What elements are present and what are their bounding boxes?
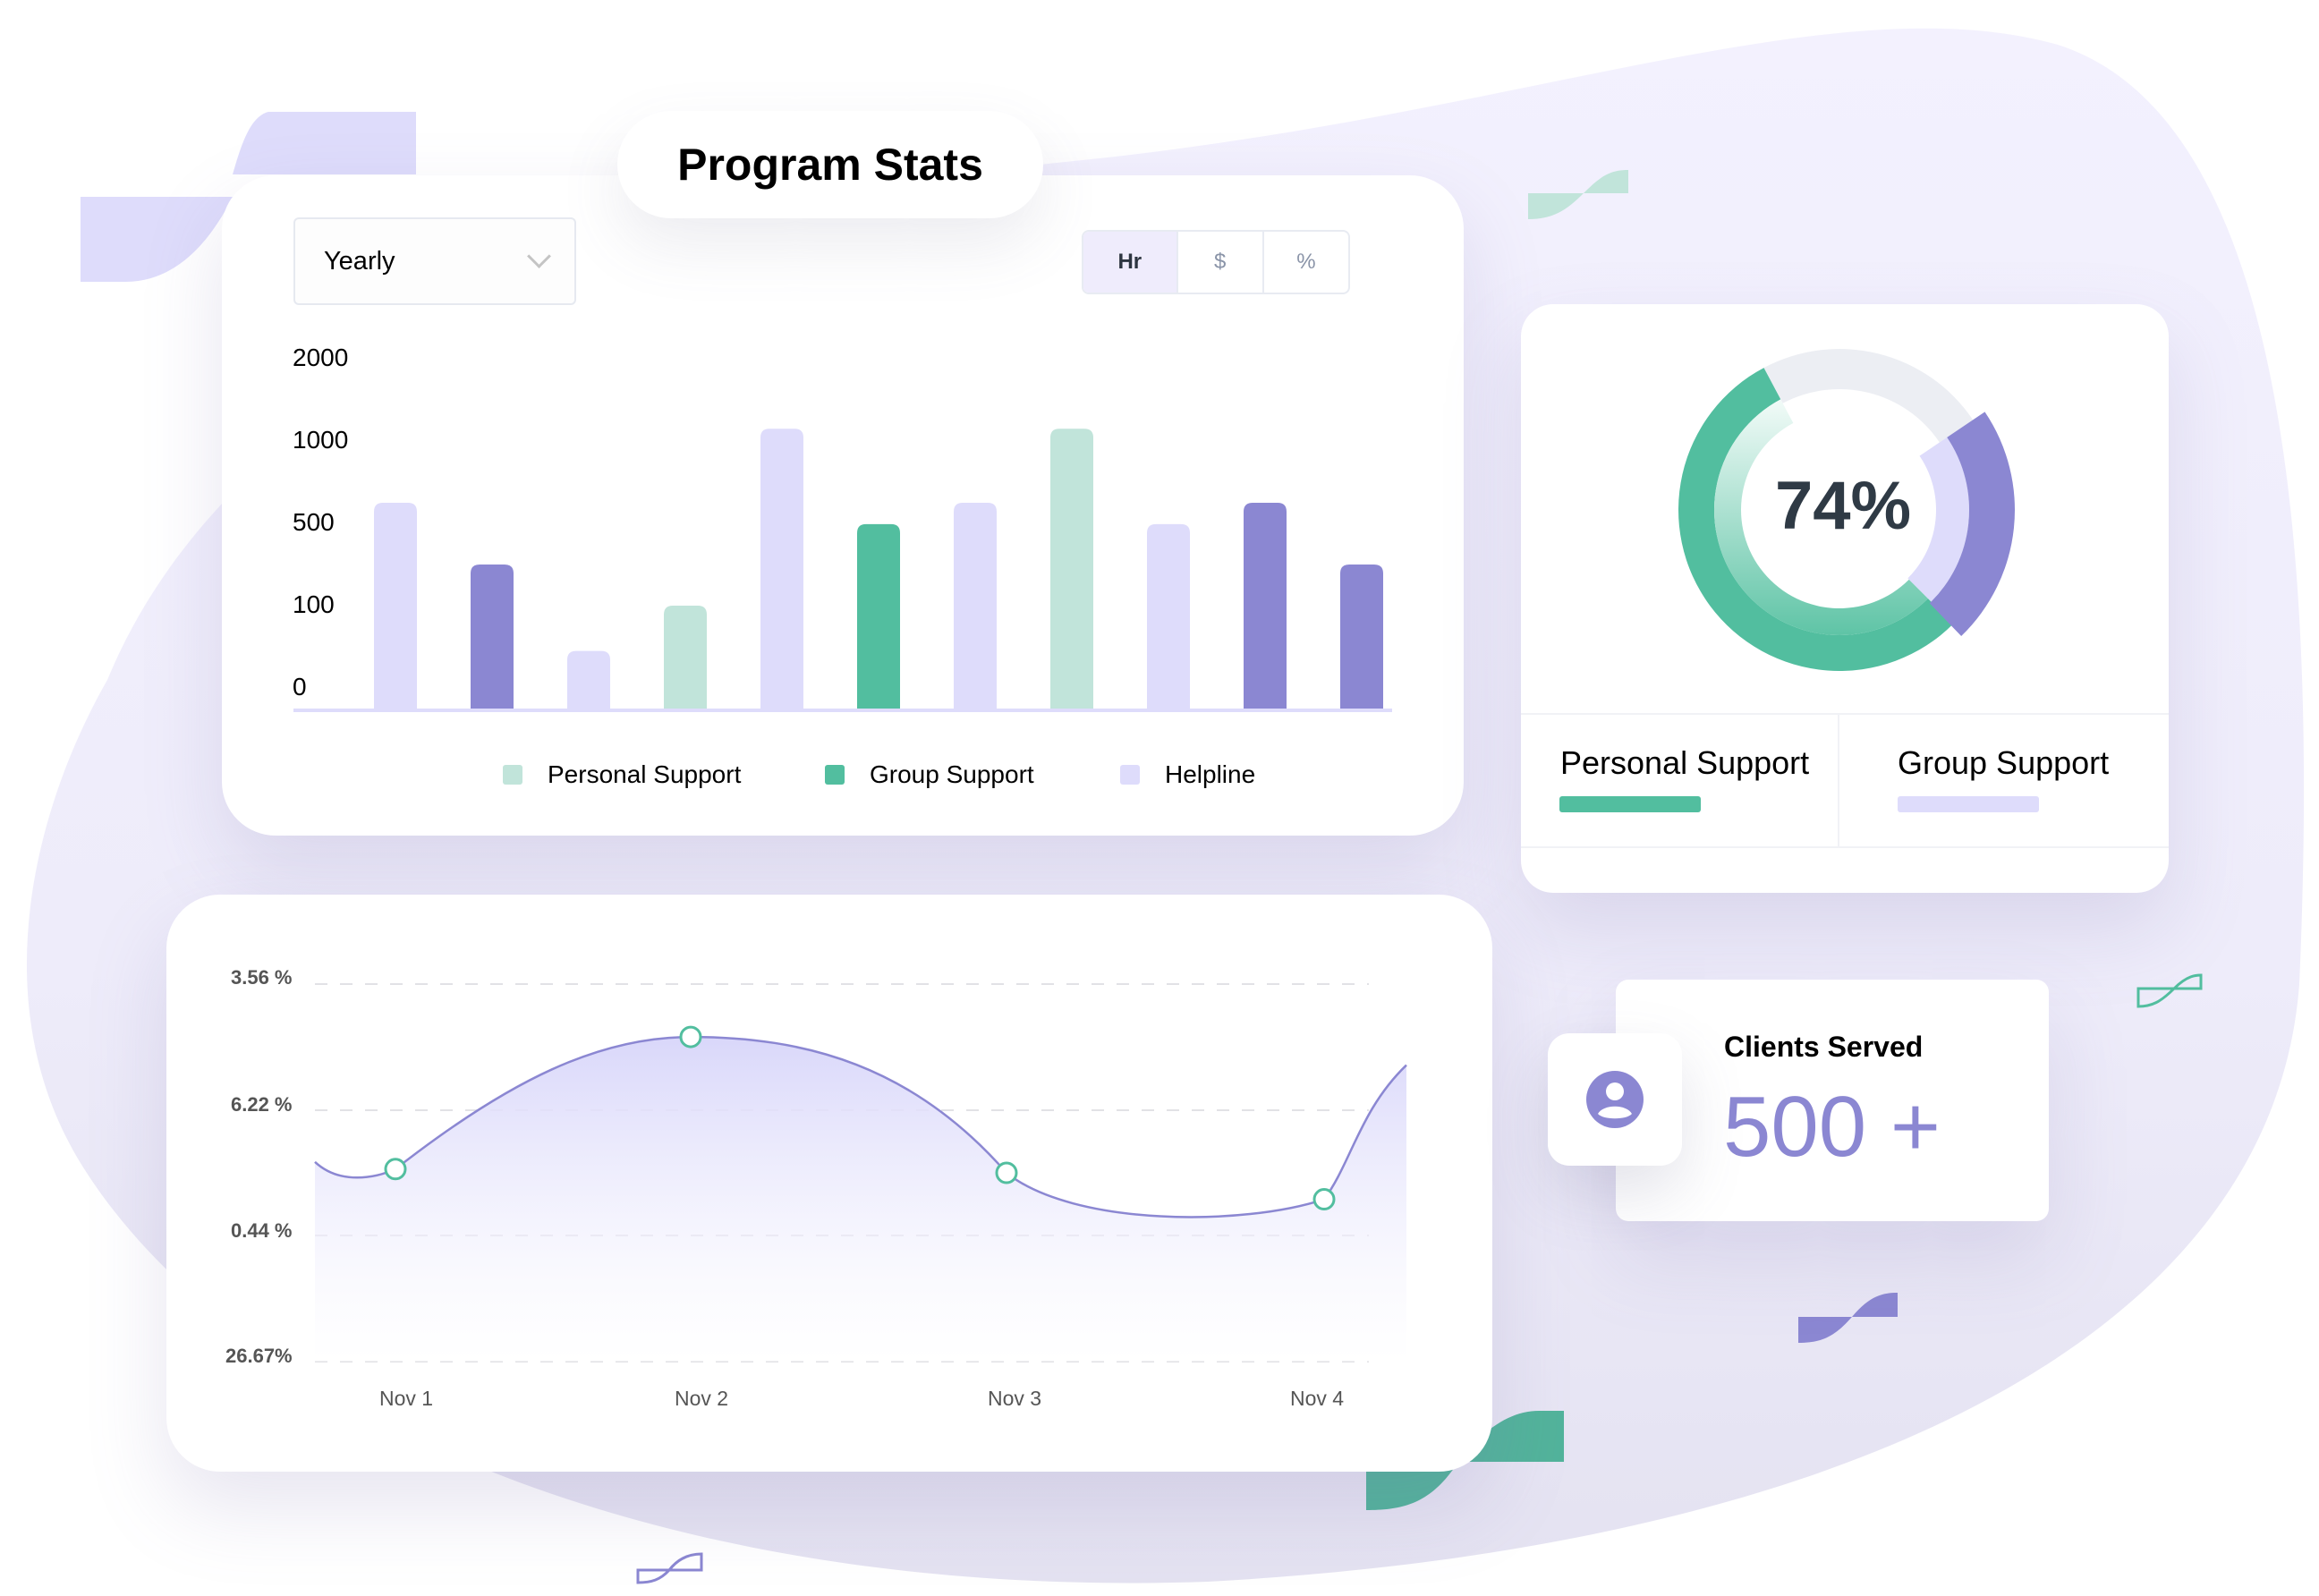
area-chart [314,983,1407,1363]
legend-label: Group Support [870,760,1034,788]
legend-swatch [503,765,522,785]
divider [1521,846,2169,848]
y-tick-label: 6.22 % [231,1093,293,1116]
bar [1340,565,1383,709]
divider [1838,715,1839,847]
stat-bar-group-support [1898,796,2039,812]
clients-served-title: Clients Served [1724,1031,1924,1063]
x-tick-label: Nov 3 [988,1387,1042,1410]
data-point[interactable] [995,1161,1018,1184]
legend-label: Helpline [1165,760,1256,788]
bar [760,429,803,709]
data-point[interactable] [679,1025,702,1048]
data-point[interactable] [384,1158,407,1181]
toggle-dollar[interactable]: $ [1178,232,1264,293]
deco-shape-purple-outline [636,1552,703,1584]
bar [1147,523,1190,709]
toggle-percent[interactable]: % [1264,232,1348,293]
y-tick-label: 26.67% [225,1345,293,1367]
chevron-down-icon [527,244,551,268]
unit-toggle: Hr $ % [1082,230,1350,294]
clients-served-value: 500 + [1723,1079,1941,1175]
page-title: Program Stats [617,111,1043,218]
deco-shape-purple-left [81,197,233,282]
bar [471,565,514,709]
toggle-hr[interactable]: Hr [1083,232,1178,293]
area-fill [315,1037,1406,1362]
clients-icon-tile [1548,1033,1682,1166]
bar [1050,429,1093,709]
x-tick-label: Nov 4 [1290,1387,1345,1410]
deco-shape-purple-top [233,112,416,174]
period-dropdown[interactable]: Yearly [293,217,576,305]
bar [857,523,900,709]
legend-swatch [1120,765,1140,785]
y-tick-label: 0.44 % [231,1219,293,1242]
stat-label-group-support: Group Support [1898,744,2110,781]
bar [567,650,610,709]
bar [954,503,997,709]
legend-label: Personal Support [548,760,742,788]
bar-chart [293,429,1392,712]
legend-item-personal-support: Personal Support [503,760,741,789]
bar [1244,503,1287,709]
bar [664,606,707,709]
x-tick-label: Nov 1 [379,1387,434,1410]
period-dropdown-value: Yearly [324,246,395,276]
legend-item-helpline: Helpline [1120,760,1255,789]
data-point[interactable] [1312,1188,1336,1211]
divider [1521,713,2169,715]
legend-item-group-support: Group Support [825,760,1034,789]
stat-label-personal-support: Personal Support [1560,744,1810,781]
user-circle-icon [1586,1071,1644,1128]
y-tick-label: 3.56 % [231,966,293,989]
donut-percent-label: 74% [1774,468,1912,544]
stat-bar-personal-support [1559,796,1701,812]
x-tick-label: Nov 2 [675,1387,729,1410]
bar [374,503,417,709]
legend-swatch [825,765,845,785]
